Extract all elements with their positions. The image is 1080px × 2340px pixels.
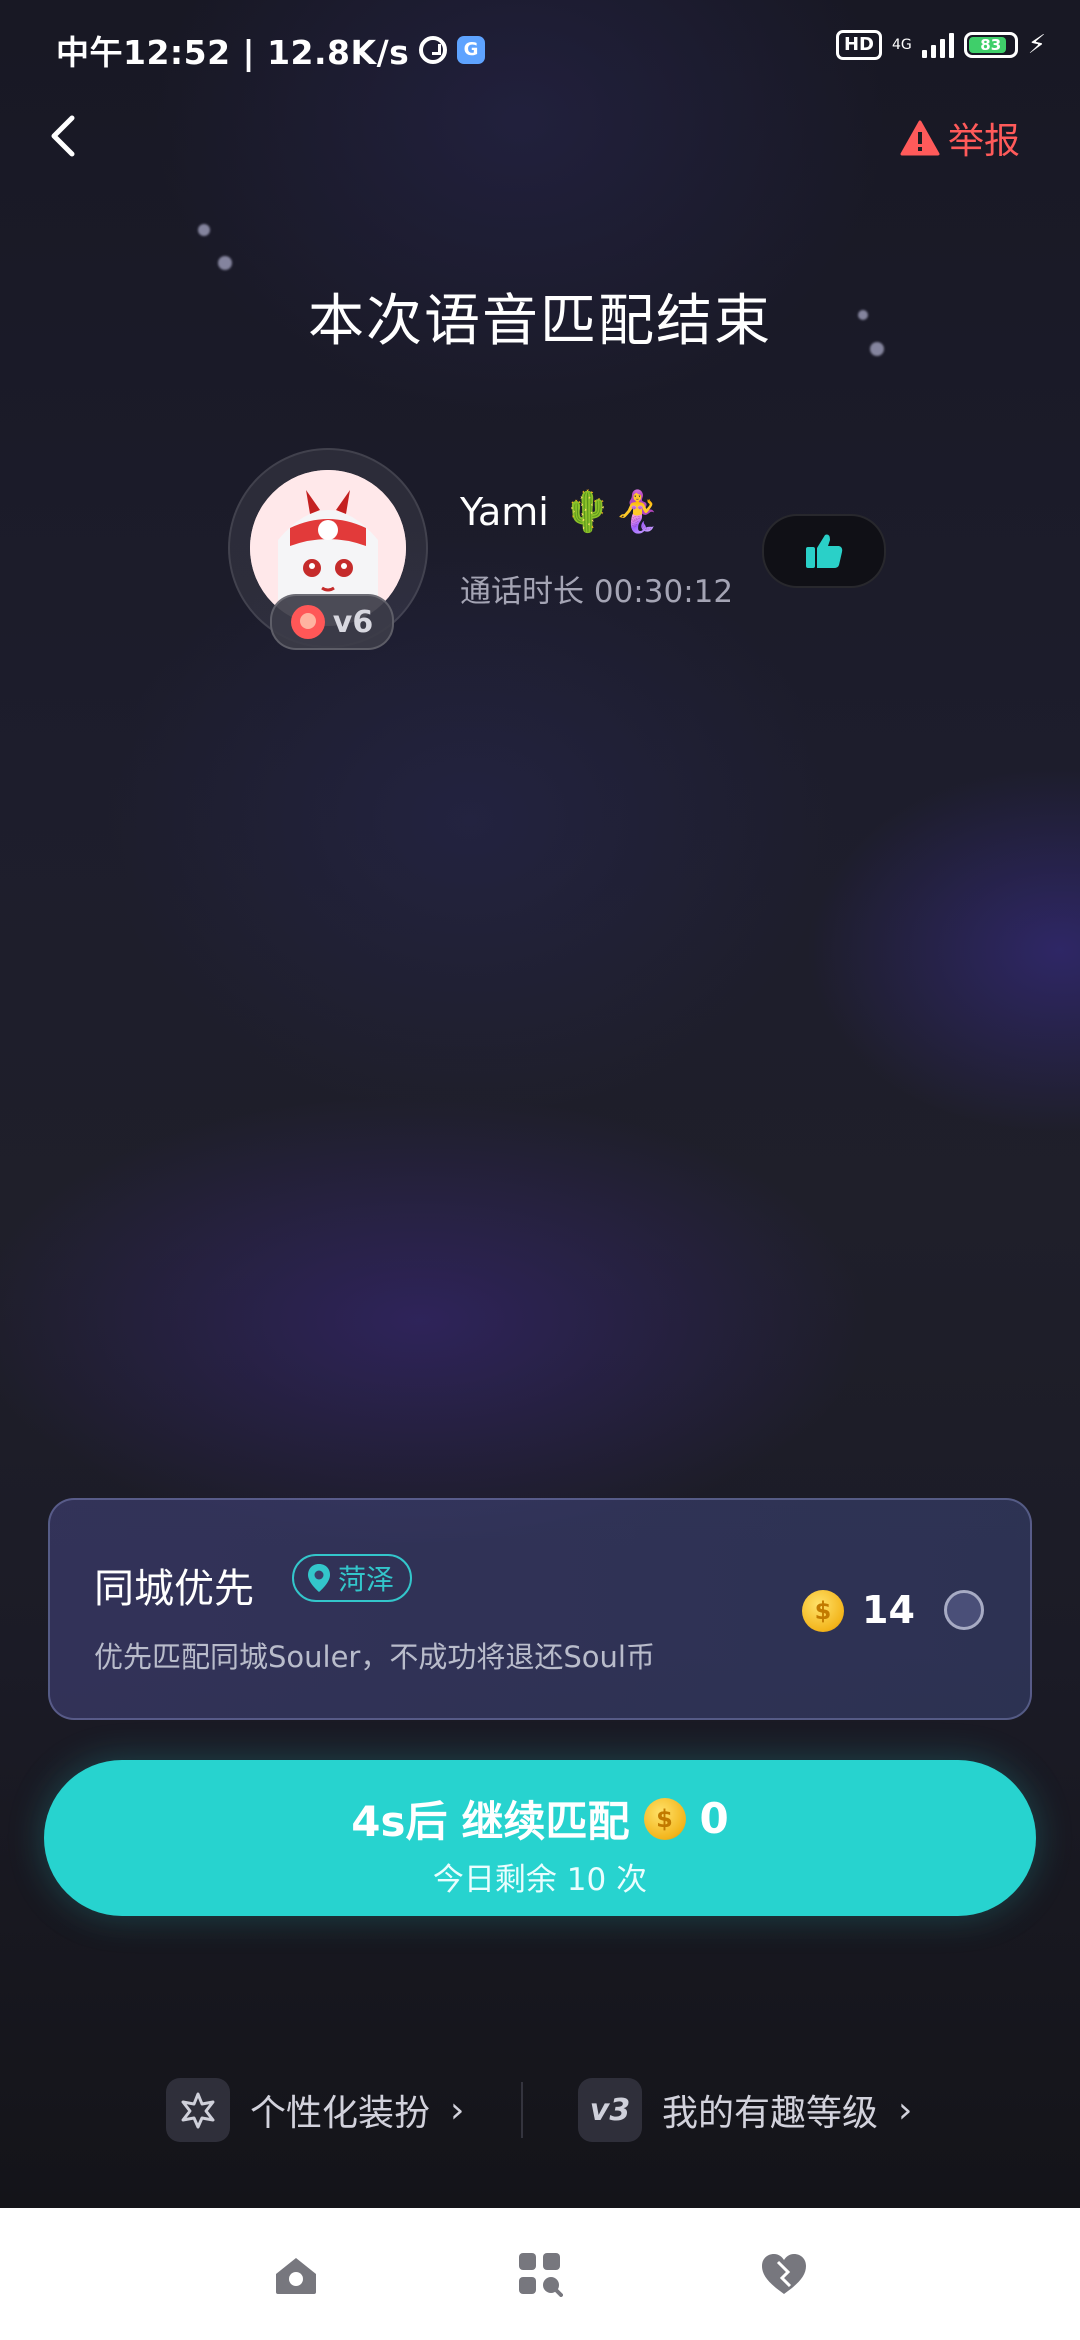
star-dot [218,256,232,270]
countdown-label: 4s后 [351,1797,448,1846]
report-button[interactable]: 举报 [900,112,1020,164]
city-priority-description: 优先匹配同城Souler，不成功将退还Soul币 [94,1640,655,1674]
tab-chat[interactable] [754,2246,814,2302]
divider [521,2082,523,2138]
soul-coin-icon: $ [802,1590,844,1632]
bottom-links: 个性化装扮 › v3 我的有趣等级 › [0,2078,1080,2148]
battery-percent: 83 [980,36,1002,54]
star-dot [198,224,210,236]
city-priority-title: 同城优先 [94,1566,254,1612]
level-link[interactable]: v3 我的有趣等级 › [578,2078,912,2142]
status-time: 中午12:52 | 12.8K/s [56,33,410,72]
level-badge-icon: v3 [578,2078,642,2142]
report-label: 举报 [947,121,1020,162]
partner-name: Yami [460,489,549,534]
like-button[interactable] [762,514,886,588]
customize-link[interactable]: 个性化装扮 › [166,2078,464,2142]
back-arrow-icon [51,115,75,157]
location-tag: 菏泽 [292,1554,413,1602]
status-right: HD 4G 83 ⚡ [835,30,1046,60]
partner-avatar[interactable]: v6 [228,448,428,650]
match-cost: 0 [699,1794,729,1843]
battery-icon: 83 [963,32,1018,58]
name-emojis: 🌵🧜‍♀️ [562,489,663,535]
continue-match-label: 继续匹配 [461,1797,630,1846]
my-level-badge: v3 [589,2092,631,2128]
chevron-right-icon: › [450,2089,465,2131]
charging-icon: ⚡ [1027,30,1046,60]
city-priority-cost: 14 [862,1588,915,1632]
partner-name-row: Yami 🌵🧜‍♀️ [460,488,662,535]
heart-icon [762,2254,806,2294]
home-icon [276,2258,316,2294]
soul-coin-icon: $ [643,1797,686,1840]
customize-icon [166,2078,230,2142]
back-button[interactable] [44,108,84,164]
level-badge: v6 [270,594,394,650]
tab-home[interactable] [266,2246,326,2302]
remaining-count: 今日剩余 10 次 [432,1862,648,1898]
bottom-tab-bar [0,2208,1080,2340]
tab-square[interactable] [510,2246,570,2302]
page-title: 本次语音匹配结束 [308,289,772,354]
hd-icon: HD [835,30,882,60]
level-text: v6 [332,604,374,640]
city-priority-radio[interactable] [944,1590,984,1630]
signal-icon [921,32,954,58]
location-label: 菏泽 [338,1563,395,1596]
warning-icon [900,120,940,156]
alarm-icon [419,36,448,64]
status-left: 中午12:52 | 12.8K/s G [56,26,486,74]
chevron-right-icon: › [898,2089,913,2131]
status-bar: 中午12:52 | 12.8K/s G HD 4G 83 ⚡ [0,0,1080,95]
network-type: 4G [891,37,912,53]
app-notification-icon: G [457,36,486,64]
level-icon [290,605,325,639]
call-duration: 通话时长 00:30:12 [460,574,734,610]
city-priority-card[interactable]: 同城优先 菏泽 优先匹配同城Souler，不成功将退还Soul币 $ 14 [48,1498,1032,1720]
continue-match-button[interactable]: 4s后 继续匹配 $ 0 今日剩余 10 次 [44,1760,1036,1916]
location-pin-icon [308,1564,330,1592]
customize-label: 个性化装扮 [250,2093,431,2134]
match-button-row: 4s后 继续匹配 $ 0 [44,1788,1036,1849]
level-label: 我的有趣等级 [662,2093,879,2134]
thumbs-up-icon [806,534,843,568]
square-icon [519,2253,563,2297]
